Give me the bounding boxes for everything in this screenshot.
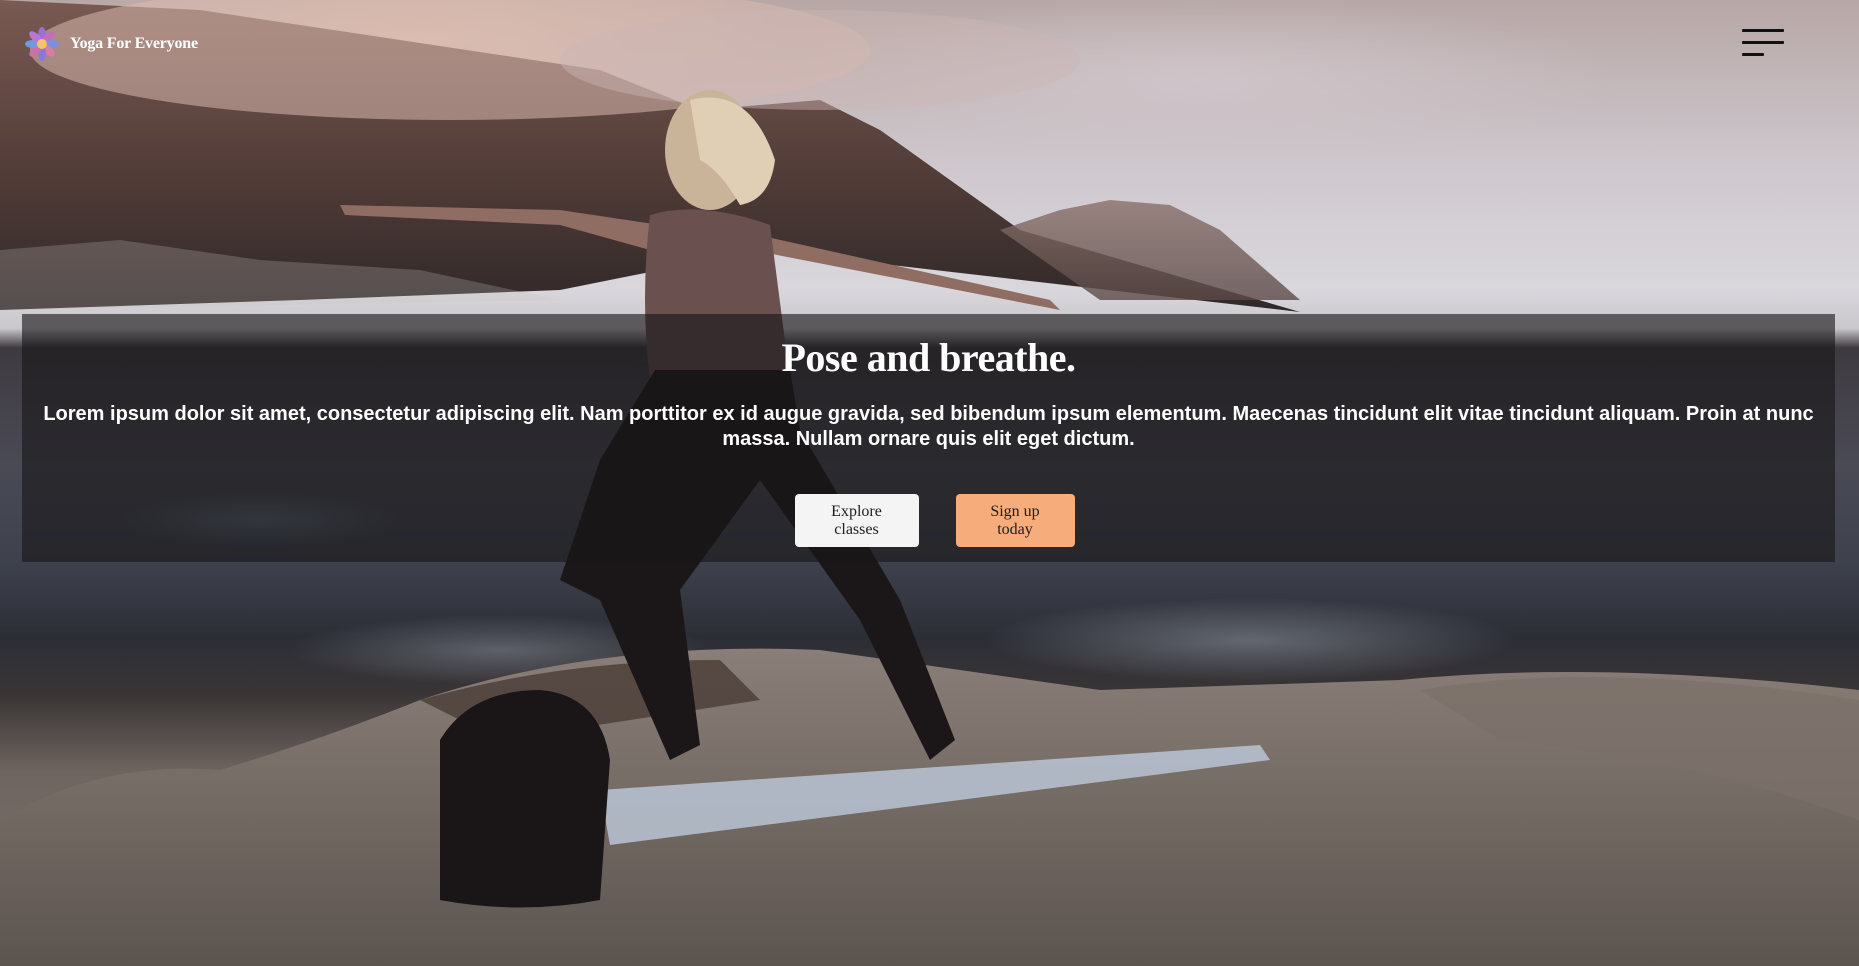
sign-up-button[interactable]: Sign up today — [955, 494, 1075, 547]
hero-title: Pose and breathe. — [781, 335, 1076, 380]
hero-actions: Explore classes Sign up today — [22, 494, 1835, 547]
explore-classes-button[interactable]: Explore classes — [794, 494, 919, 547]
hero-overlay-panel: Pose and breathe. Lorem ipsum dolor sit … — [22, 314, 1835, 562]
brand-link[interactable]: Yoga For Everyone — [24, 26, 198, 62]
menu-line — [1742, 41, 1784, 44]
brand-name: Yoga For Everyone — [70, 35, 198, 52]
lotus-flower-icon — [25, 27, 59, 61]
menu-line — [1742, 53, 1764, 56]
site-header: Yoga For Everyone — [0, 0, 1859, 90]
hero-description: Lorem ipsum dolor sit amet, consectetur … — [43, 403, 1814, 450]
hamburger-menu-icon[interactable] — [1742, 27, 1784, 57]
menu-line — [1742, 29, 1784, 32]
hero-section: Yoga For Everyone Pose and breathe. Lore… — [0, 0, 1859, 966]
